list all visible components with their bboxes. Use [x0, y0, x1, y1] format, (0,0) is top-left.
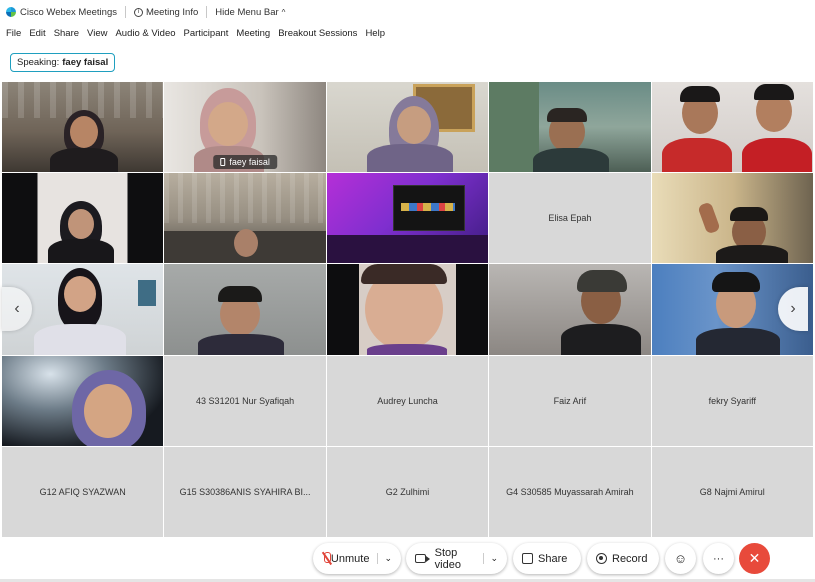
participant-tile[interactable] — [164, 264, 326, 355]
participant-tile[interactable]: G15 S30386ANIS SYAHIRA BI... — [164, 446, 326, 537]
participant-tile[interactable] — [2, 82, 164, 173]
chevron-down-icon[interactable]: ⌄ — [377, 553, 392, 564]
participant-name: 43 S31201 Nur Syafiqah — [196, 395, 295, 406]
mic-muted-icon — [322, 552, 331, 565]
app-name: Cisco Webex Meetings — [20, 6, 117, 18]
hide-menu-bar-button[interactable]: Hide Menu Bar ^ — [215, 7, 285, 18]
chevron-right-icon: › — [790, 300, 796, 317]
divider — [124, 6, 126, 18]
title-bar: Cisco Webex Meetings i Meeting Info Hide… — [0, 0, 815, 24]
video-camera-icon — [415, 554, 430, 563]
record-icon — [596, 553, 607, 564]
participant-tile[interactable] — [164, 173, 326, 264]
menu-help[interactable]: Help — [365, 28, 385, 39]
app-title: Cisco Webex Meetings — [0, 7, 117, 18]
hide-menu-label: Hide Menu Bar — [215, 6, 279, 18]
share-button[interactable]: Share — [513, 543, 581, 574]
participant-name: Faiz Arif — [553, 395, 587, 406]
menu-meeting[interactable]: Meeting — [236, 28, 270, 39]
menu-edit[interactable]: Edit — [29, 28, 45, 39]
participant-name: G15 S30386ANIS SYAHIRA BI... — [179, 486, 311, 497]
menu-audio-video[interactable]: Audio & Video — [115, 28, 175, 39]
share-label: Share — [538, 552, 568, 565]
participant-tile[interactable] — [2, 355, 164, 446]
share-screen-icon — [522, 553, 533, 564]
meeting-info-button[interactable]: i Meeting Info — [133, 6, 199, 18]
participant-tile[interactable]: Elisa Epah — [489, 173, 651, 264]
participant-tile[interactable]: G4 S30585 Muyassarah Amirah — [489, 446, 651, 537]
menu-breakout-sessions[interactable]: Breakout Sessions — [278, 28, 357, 39]
close-icon: ✕ — [748, 550, 761, 566]
more-options-button[interactable]: ··· — [703, 543, 734, 574]
participant-tile[interactable]: 43 S31201 Nur Syafiqah — [164, 355, 326, 446]
participant-name: fekry Syariff — [708, 395, 756, 406]
participant-tile[interactable] — [489, 264, 651, 355]
participant-tile[interactable] — [651, 82, 813, 173]
participant-tile[interactable] — [651, 173, 813, 264]
stop-video-button[interactable]: Stop video ⌄ — [406, 543, 507, 574]
participant-name-label: faey faisal — [213, 155, 277, 170]
speaking-indicator: Speaking: faey faisal — [10, 53, 116, 72]
meeting-info-label: Meeting Info — [145, 6, 199, 18]
participant-name: G8 Najmi Amirul — [699, 486, 765, 497]
chevron-up-icon: ^ — [281, 7, 286, 17]
webex-logo-icon — [6, 7, 16, 17]
participant-tile[interactable] — [2, 173, 164, 264]
menu-bar: File Edit Share View Audio & Video Parti… — [0, 24, 815, 42]
participant-tile-active-speaker[interactable]: faey faisal — [164, 82, 326, 173]
participant-name: Audrey Luncha — [377, 395, 438, 406]
participant-name: faey faisal — [229, 157, 270, 168]
participant-tile[interactable]: Faiz Arif — [489, 355, 651, 446]
speaking-name: faey faisal — [62, 57, 109, 68]
video-grid: faey faisal Elisa Epah 43 S31201 Nur Sya… — [2, 82, 813, 537]
participant-tile[interactable] — [326, 173, 489, 264]
speaking-prefix: Speaking: — [17, 57, 60, 68]
record-button[interactable]: Record — [587, 543, 659, 574]
chevron-left-icon: ‹ — [14, 300, 20, 317]
smiley-icon: ☺ — [673, 551, 688, 566]
participant-name: Elisa Epah — [548, 213, 592, 224]
unmute-button[interactable]: Unmute ⌄ — [313, 543, 401, 574]
info-icon: i — [133, 7, 143, 17]
more-icon: ··· — [713, 552, 724, 565]
menu-share[interactable]: Share — [54, 28, 79, 39]
participant-name: G2 Zulhimi — [385, 486, 430, 497]
menu-file[interactable]: File — [6, 28, 21, 39]
meeting-controls: Unmute ⌄ Stop video ⌄ Share Record ☺ ···… — [0, 540, 815, 578]
participant-name: G12 AFIQ SYAZWAN — [39, 486, 126, 497]
leave-meeting-button[interactable]: ✕ — [739, 543, 770, 574]
participant-tile[interactable]: fekry Syariff — [651, 355, 813, 446]
participant-tile[interactable]: Audrey Luncha — [326, 355, 489, 446]
participant-tile[interactable]: G2 Zulhimi — [326, 446, 489, 537]
chevron-down-icon[interactable]: ⌄ — [483, 553, 498, 564]
device-icon — [220, 158, 226, 167]
divider — [206, 6, 208, 18]
reactions-button[interactable]: ☺ — [665, 543, 696, 574]
menu-view[interactable]: View — [87, 28, 107, 39]
unmute-label: Unmute — [330, 552, 370, 565]
stop-video-label: Stop video — [434, 546, 461, 571]
participant-tile[interactable]: G12 AFIQ SYAZWAN — [2, 446, 164, 537]
record-label: Record — [612, 552, 648, 565]
participant-tile[interactable] — [326, 82, 489, 173]
participant-name: G4 S30585 Muyassarah Amirah — [506, 486, 634, 497]
participant-tile[interactable]: G8 Najmi Amirul — [651, 446, 813, 537]
participant-tile[interactable] — [489, 82, 651, 173]
participant-tile[interactable] — [326, 264, 489, 355]
menu-participant[interactable]: Participant — [184, 28, 229, 39]
